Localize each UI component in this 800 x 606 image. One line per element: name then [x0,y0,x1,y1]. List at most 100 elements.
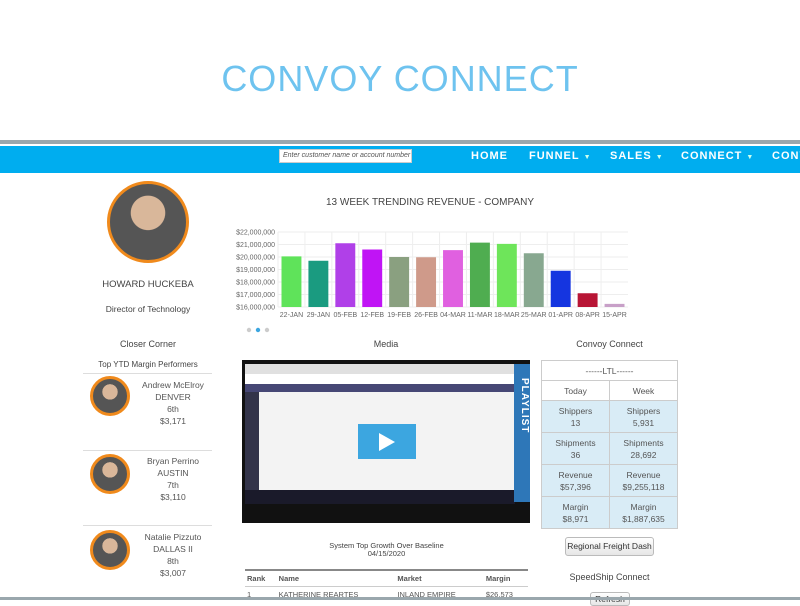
x-tick-label: 15-APR [602,312,627,319]
carousel-dot[interactable] [246,327,252,333]
metric-value: 36 [570,449,581,460]
x-tick-label: 25-MAR [521,312,547,319]
video-player[interactable]: PLAYLIST [242,360,530,523]
y-tick-label: $18,000,000 [236,280,275,287]
x-tick-label: 05-FEB [333,312,357,319]
caret-down-icon: ▼ [583,154,592,161]
col-week: Week [609,380,678,401]
nav-label: CONV [772,150,800,162]
performer-name: Bryan Perrino [147,456,199,466]
ltl-row: Shipments 36 Shipments 28,692 [541,432,678,465]
ltl-cell-week: Shipments 28,692 [609,432,678,465]
y-tick-label: $20,000,000 [236,255,275,262]
ltl-cell-week: Shippers 5,931 [609,400,678,433]
bar[interactable] [389,257,410,307]
bar[interactable] [308,260,329,307]
media-title: Media [373,339,399,349]
ltl-stats-table: ------LTL------ Today Week Shippers 13 Ship… [541,360,678,529]
performer-card: Natalie Pizzuto DALLAS II 8th $3,007 [134,531,212,579]
carousel-dot[interactable] [264,327,270,333]
metric-value: 5,931 [632,417,655,428]
nav-sales[interactable]: SALES ▼ [610,150,664,162]
ltl-cell-today: Margin $8,971 [541,496,610,529]
metric-value: 13 [570,417,581,428]
metric-value: $57,396 [560,481,591,492]
metric-label: Shippers [626,405,661,416]
ltl-row: Shippers 13 Shippers 5,931 [541,400,678,433]
closer-corner-title: Closer Corner [119,339,177,349]
profile-name: HOWARD HUCKEBA [102,279,194,290]
metric-label: Revenue [626,469,661,480]
nav-connect[interactable]: CONNECT ▼ [681,150,754,162]
ltl-cell-today: Shippers 13 [541,400,610,433]
performer-market: AUSTIN [157,468,189,478]
metric-label: Shipments [623,437,664,448]
bar[interactable] [496,243,517,307]
convoy-connect-title: Convoy Connect [576,339,643,349]
bar[interactable] [335,243,356,307]
x-tick-label: 08-APR [575,312,600,319]
ltl-header: ------LTL------ [541,360,678,381]
divider [83,525,212,526]
y-tick-label: $19,000,000 [236,267,275,274]
x-tick-label: 04-MAR [440,312,466,319]
y-tick-label: $16,000,000 [236,305,275,312]
ltl-row: Margin $8,971 Margin $1,887,635 [541,496,678,529]
divider [83,450,212,451]
speedship-title: SpeedShip Connect [569,572,650,582]
metric-label: Margin [562,501,589,512]
divider [83,373,212,374]
profile-avatar [107,181,189,263]
nav-label: HOME [471,150,508,162]
profile-role: Director of Technology [105,304,191,314]
ltl-row: Revenue $57,396 Revenue $9,255,118 [541,464,678,497]
metric-value: $1,887,635 [622,513,665,524]
carousel-dot[interactable] [255,327,261,333]
col-name: Name [276,569,396,587]
chart-title: 13 WEEK TRENDING REVENUE - COMPANY [326,197,534,208]
bar[interactable] [281,256,302,307]
y-tick-label: $21,000,000 [236,242,275,249]
bar[interactable] [550,270,571,307]
metric-label: Shipments [555,437,596,448]
nav-label: FUNNEL [529,150,580,162]
bar[interactable] [604,303,625,307]
app-title: CONVOY CONNECT [221,58,579,99]
nav-conv[interactable]: CONV [772,150,800,162]
ltl-cell-today: Revenue $57,396 [541,464,610,497]
performer-avatar [90,454,130,494]
bar[interactable] [577,293,598,307]
bar[interactable] [443,250,463,307]
bar[interactable] [469,242,490,307]
performer-rank: 7th [167,480,179,490]
x-tick-label: 22-JAN [280,312,303,319]
regional-freight-dash-button[interactable]: Regional Freight Dash [565,537,654,556]
metric-value: $9,255,118 [622,481,665,492]
nav-home[interactable]: HOME [471,150,508,162]
performer-avatar [90,530,130,570]
playlist-label: PLAYLIST [519,378,530,434]
closer-corner-subtitle: Top YTD Margin Performers [98,360,198,369]
x-tick-label: 19-FEB [387,312,411,319]
bar[interactable] [523,253,544,307]
growth-date: 04/15/2020 [367,549,406,558]
metric-label: Shippers [558,405,593,416]
bar[interactable] [416,257,437,307]
play-button[interactable] [358,424,416,459]
performer-rank: 6th [167,404,179,414]
ltl-cell-today: Shipments 36 [541,432,610,465]
customer-search-input[interactable]: Enter customer name or account number [279,149,412,163]
y-tick-label: $22,000,000 [236,230,275,237]
nav-label: CONNECT [681,150,743,162]
performer-card: Bryan Perrino AUSTIN 7th $3,110 [134,455,212,503]
playlist-tab[interactable]: PLAYLIST [514,364,530,502]
performer-margin: $3,110 [160,492,186,502]
nav-label: SALES [610,150,652,162]
performer-rank: 8th [167,556,179,566]
nav-funnel[interactable]: FUNNEL ▼ [529,150,592,162]
col-margin: Margin [483,569,528,587]
x-tick-label: 12-FEB [360,312,384,319]
x-tick-label: 18-MAR [494,312,520,319]
performer-card: Andrew McElroy DENVER 6th $3,171 [134,379,212,427]
bar[interactable] [362,249,383,308]
